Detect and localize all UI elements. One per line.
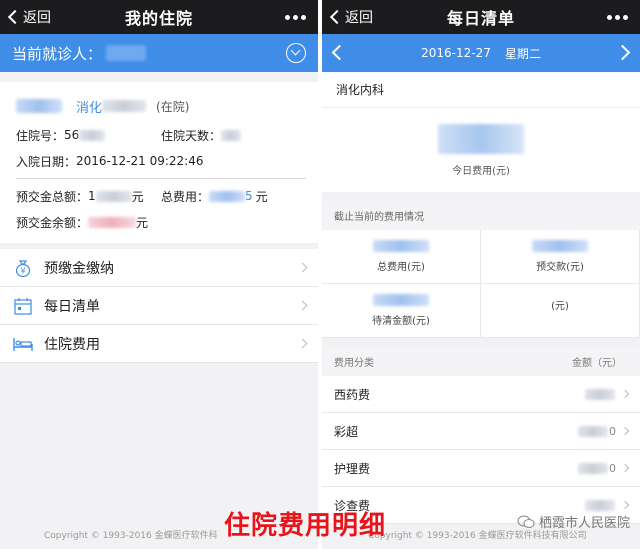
- prev-day-icon[interactable]: [331, 44, 348, 61]
- fee-summary-grid: 总费用(元) 预交款(元) 待清金额(元) (元): [322, 230, 640, 338]
- right-screen: 返回 每日清单 2016-12-27 星期二 消化内科 今日费用(元) 截止当前…: [322, 0, 640, 549]
- menu-list: ¥ 预缴金缴纳 每日清单 住院费用: [0, 249, 318, 363]
- chevron-right-icon: [620, 426, 630, 436]
- menu-item-daily-list[interactable]: 每日清单: [0, 287, 318, 325]
- left-screen: 返回 我的住院 当前就诊人： 消化 (在院) 住院号： 56 住院天数： 入院日…: [0, 0, 318, 549]
- fee-name: 彩超: [334, 424, 359, 439]
- stat-label: 预交款(元): [536, 262, 584, 273]
- back-label: 返回: [23, 10, 51, 26]
- fee-amount: 0: [609, 424, 616, 438]
- deposit-total-value: 1: [88, 189, 96, 203]
- today-fee-label: 今日费用(元): [452, 165, 510, 177]
- right-navbar: 返回 每日清单: [322, 0, 640, 34]
- back-button[interactable]: 返回: [328, 0, 373, 34]
- caption-overlay: 住院费用明细: [224, 511, 387, 541]
- fee-category-header: 费用分类: [334, 357, 374, 369]
- redacted-value: [373, 240, 429, 252]
- chevron-right-icon: [297, 300, 308, 311]
- fee-amount: 0: [609, 461, 616, 475]
- patient-name-redacted: [106, 45, 147, 61]
- today-fee-redacted: [438, 123, 524, 154]
- chevron-left-icon: [329, 9, 345, 25]
- patient-label: 当前就诊人：: [12, 44, 103, 63]
- stat-label: (元): [551, 301, 569, 312]
- admit-label: 入院日期：: [16, 154, 77, 169]
- fee-name: 护理费: [334, 461, 371, 476]
- svg-text:¥: ¥: [20, 266, 25, 275]
- chevron-right-icon: [620, 463, 630, 473]
- back-button[interactable]: 返回: [6, 0, 51, 34]
- fee-table-header: 费用分类 金额（元）: [322, 346, 640, 376]
- fee-row-western-medicine[interactable]: 西药费: [322, 376, 640, 413]
- menu-item-label: 每日清单: [44, 298, 100, 315]
- admit-date: 2016-12-21 09:22:46: [76, 154, 204, 168]
- redacted-value: [88, 216, 137, 228]
- stat-label: 待清金额(元): [372, 316, 430, 327]
- stat-prepaid: 预交款(元): [481, 230, 640, 284]
- stat-label: 总费用(元): [377, 262, 425, 273]
- watermark-text: 栖霞市人民医院: [538, 516, 630, 531]
- redacted-value: [578, 425, 608, 437]
- days-label: 住院天数：: [161, 128, 222, 143]
- section-title: 截止当前的费用情况: [322, 200, 640, 230]
- dept-name: 消化内科: [322, 72, 640, 108]
- money-bag-icon: ¥: [12, 257, 34, 279]
- unit-label: 元: [131, 189, 144, 204]
- redacted-value: [373, 294, 429, 306]
- admission-info-card: 消化 (在院) 住院号： 56 住院天数： 入院日期： 2016-12-21 0…: [0, 82, 318, 243]
- menu-item-deposit[interactable]: ¥ 预缴金缴纳: [0, 249, 318, 287]
- stat-pending: 待清金额(元): [322, 284, 481, 338]
- fee-row-nursing[interactable]: 护理费 0: [322, 450, 640, 487]
- more-menu-icon[interactable]: [607, 0, 628, 34]
- total-fee-value: 5: [245, 189, 253, 203]
- chevron-right-icon: [620, 389, 630, 399]
- total-fee-label: 总费用：: [161, 189, 210, 204]
- menu-item-label: 预缴金缴纳: [44, 260, 114, 277]
- current-weekday: 星期二: [504, 46, 541, 61]
- fee-row-ultrasound[interactable]: 彩超 0: [322, 413, 640, 450]
- redacted-value: [585, 388, 615, 400]
- redacted-value: [532, 240, 588, 252]
- back-label: 返回: [345, 10, 373, 26]
- menu-item-label: 住院费用: [44, 336, 100, 353]
- hospital-no-value: 56: [64, 128, 80, 142]
- status-badge: (在院): [156, 99, 190, 114]
- menu-item-hospital-fee[interactable]: 住院费用: [0, 325, 318, 363]
- left-navbar: 返回 我的住院: [0, 0, 318, 34]
- redacted-value: [578, 462, 608, 474]
- redacted-value: [79, 129, 106, 141]
- stat-total-fee: 总费用(元): [322, 230, 481, 284]
- chevron-right-icon: [620, 500, 630, 510]
- more-menu-icon[interactable]: [285, 0, 306, 34]
- redacted-value: [95, 190, 132, 202]
- hospital-no-label: 住院号：: [16, 128, 65, 143]
- dept-name: 消化: [76, 100, 103, 116]
- chevron-right-icon: [297, 338, 308, 349]
- copyright: Copyright © 1993-2016 金蝶医疗软件科: [44, 531, 218, 541]
- calendar-icon: [12, 295, 34, 317]
- chevron-right-icon: [297, 262, 308, 273]
- hospital-bed-icon: [12, 333, 34, 355]
- wechat-icon: [517, 515, 535, 529]
- deposit-balance-label: 预交金余额：: [16, 215, 89, 230]
- redacted-value: [585, 499, 615, 511]
- patient-selector[interactable]: 当前就诊人：: [0, 34, 318, 72]
- patient-name-redacted: [16, 99, 62, 113]
- current-date: 2016-12-27: [421, 46, 491, 60]
- chevron-down-circle-icon[interactable]: [286, 43, 306, 63]
- redacted-value: [209, 190, 246, 202]
- next-day-icon[interactable]: [614, 44, 631, 61]
- redacted-value: [221, 129, 242, 141]
- chevron-left-icon: [7, 9, 23, 25]
- dept-redacted: [102, 100, 147, 112]
- stat-other: (元): [481, 284, 640, 338]
- unit-label: 元: [136, 215, 149, 230]
- unit-label: 元: [255, 189, 268, 204]
- today-fee: 今日费用(元): [322, 108, 640, 192]
- watermark: 栖霞市人民医院: [517, 512, 630, 531]
- deposit-total-label: 预交金总额：: [16, 189, 89, 204]
- fee-amount-header: 金额（元）: [572, 357, 622, 369]
- date-selector: 2016-12-27 星期二: [322, 34, 640, 72]
- fee-name: 西药费: [334, 387, 371, 402]
